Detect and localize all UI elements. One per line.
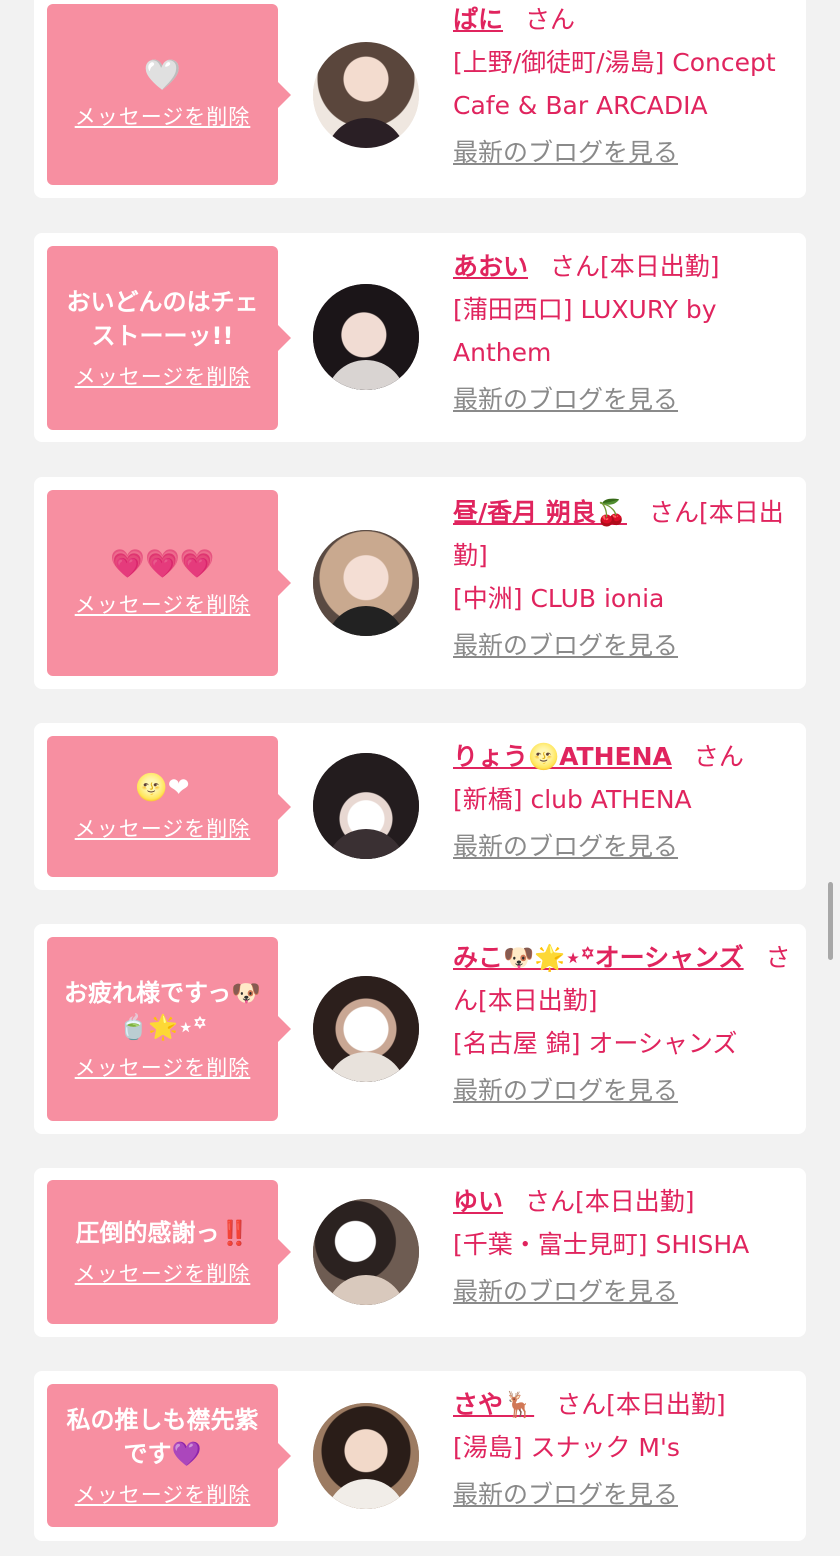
delete-message-link[interactable]: メッセージを削除 — [75, 589, 251, 619]
cast-name-link[interactable]: さや🦌 — [453, 1390, 534, 1419]
san-suffix: さん — [556, 1390, 607, 1419]
cast-info: さや🦌 さん[本日出勤] [湯島] スナック M's 最新のブログを見る — [453, 1383, 798, 1516]
favorite-card: 💗💗💗 メッセージを削除 昼/香月 朔良🍒 さん[本日出勤] [中洲] CLUB … — [34, 477, 806, 689]
message-bubble: 🤍 メッセージを削除 — [47, 4, 291, 185]
shop-label: [上野/御徒町/湯島] Concept Cafe & Bar ARCADIA — [453, 48, 776, 120]
message-bubble: 💗💗💗 メッセージを削除 — [47, 490, 291, 676]
delete-message-link[interactable]: メッセージを削除 — [75, 361, 251, 391]
avatar[interactable] — [313, 1199, 419, 1305]
san-suffix: さん — [550, 252, 601, 281]
shop-label: [蒲田西口] LUXURY by Anthem — [453, 295, 717, 367]
latest-blog-link[interactable]: 最新のブログを見る — [453, 378, 678, 421]
favorite-card: 圧倒的感謝っ‼️ メッセージを削除 ゆい さん[本日出勤] [千葉・富士見町] S… — [34, 1168, 806, 1337]
message-bubble: おいどんのはチェストーーッ!! メッセージを削除 — [47, 246, 291, 430]
cast-name-link[interactable]: ぱに — [453, 5, 503, 34]
delete-message-link[interactable]: メッセージを削除 — [75, 1052, 251, 1082]
attendance-status: [本日出勤] — [478, 986, 598, 1015]
shop-label: [千葉・富士見町] SHISHA — [453, 1230, 750, 1259]
message-bubble: 圧倒的感謝っ‼️ メッセージを削除 — [47, 1180, 291, 1324]
message-text: 💗💗💗 — [110, 547, 215, 580]
message-text: 🌝❤ — [135, 772, 190, 803]
latest-blog-link[interactable]: 最新のブログを見る — [453, 1270, 678, 1313]
cast-info: みこ🐶🌟⋆꙳オーシャンズ さん[本日出勤] [名古屋 錦] オーシャンズ 最新のブ… — [453, 936, 798, 1112]
favorite-card: 私の推しも襟先紫です💜 メッセージを削除 さや🦌 さん[本日出勤] [湯島] スナ… — [34, 1371, 806, 1541]
cast-info: ゆい さん[本日出勤] [千葉・富士見町] SHISHA 最新のブログを見る — [453, 1180, 798, 1313]
scrollbar[interactable] — [828, 882, 833, 960]
san-suffix: さん — [693, 742, 744, 771]
san-suffix: さん — [648, 498, 699, 527]
latest-blog-link[interactable]: 最新のブログを見る — [453, 825, 678, 868]
avatar[interactable] — [313, 753, 419, 859]
favorite-card: 🤍 メッセージを削除 ぱに さん [上野/御徒町/湯島] Concept Cafe… — [34, 0, 806, 198]
cast-name-link[interactable]: ゆい — [453, 1187, 503, 1216]
shop-label: [新橋] club ATHENA — [453, 785, 692, 814]
message-bubble: 私の推しも襟先紫です💜 メッセージを削除 — [47, 1384, 291, 1527]
message-text: 圧倒的感謝っ‼️ — [75, 1219, 250, 1247]
avatar[interactable] — [313, 530, 419, 636]
message-text: おいどんのはチェストーーッ!! — [66, 288, 259, 350]
cast-info: 昼/香月 朔良🍒 さん[本日出勤] [中洲] CLUB ionia 最新のブログを… — [453, 491, 798, 667]
cast-info: ぱに さん [上野/御徒町/湯島] Concept Cafe & Bar ARCA… — [453, 0, 798, 174]
message-text: お疲れ様ですっ🐶🍵🌟⋆꙳ — [64, 979, 261, 1041]
favorite-card: お疲れ様ですっ🐶🍵🌟⋆꙳ メッセージを削除 みこ🐶🌟⋆꙳オーシャンズ さん[本日出… — [34, 924, 806, 1134]
avatar[interactable] — [313, 1403, 419, 1509]
latest-blog-link[interactable]: 最新のブログを見る — [453, 131, 678, 174]
attendance-status: [本日出勤] — [575, 1187, 695, 1216]
latest-blog-link[interactable]: 最新のブログを見る — [453, 1473, 678, 1516]
delete-message-link[interactable]: メッセージを削除 — [75, 1258, 251, 1288]
delete-message-link[interactable]: メッセージを削除 — [75, 101, 251, 131]
favorite-card: おいどんのはチェストーーッ!! メッセージを削除 あおい さん[本日出勤] [蒲田… — [34, 233, 806, 442]
avatar[interactable] — [313, 284, 419, 390]
message-text: 私の推しも襟先紫です💜 — [66, 1405, 259, 1468]
favorite-card: 🌝❤ メッセージを削除 りょう🌝ATHENA さん [新橋] club ATHEN… — [34, 723, 806, 890]
delete-message-link[interactable]: メッセージを削除 — [75, 1479, 251, 1509]
san-suffix: さん — [525, 5, 576, 34]
cast-name-link[interactable]: 昼/香月 朔良🍒 — [453, 498, 627, 527]
latest-blog-link[interactable]: 最新のブログを見る — [453, 624, 678, 667]
message-text: 🤍 — [143, 57, 182, 93]
cast-name-link[interactable]: あおい — [453, 252, 528, 281]
shop-label: [名古屋 錦] オーシャンズ — [453, 1029, 738, 1058]
cast-info: あおい さん[本日出勤] [蒲田西口] LUXURY by Anthem 最新のブ… — [453, 245, 798, 421]
avatar[interactable] — [313, 976, 419, 1082]
cast-name-link[interactable]: みこ🐶🌟⋆꙳オーシャンズ — [453, 943, 744, 972]
favorites-list: 🤍 メッセージを削除 ぱに さん [上野/御徒町/湯島] Concept Cafe… — [0, 0, 840, 1556]
message-bubble: お疲れ様ですっ🐶🍵🌟⋆꙳ メッセージを削除 — [47, 937, 291, 1121]
cast-name-link[interactable]: りょう🌝ATHENA — [453, 742, 672, 771]
shop-label: [中洲] CLUB ionia — [453, 584, 665, 613]
cast-info: りょう🌝ATHENA さん [新橋] club ATHENA 最新のブログを見る — [453, 735, 798, 868]
attendance-status: [本日出勤] — [600, 252, 720, 281]
delete-message-link[interactable]: メッセージを削除 — [75, 813, 251, 843]
latest-blog-link[interactable]: 最新のブログを見る — [453, 1069, 678, 1112]
message-bubble: 🌝❤ メッセージを削除 — [47, 736, 291, 877]
avatar[interactable] — [313, 42, 419, 148]
shop-label: [湯島] スナック M's — [453, 1433, 680, 1462]
attendance-status: [本日出勤] — [606, 1390, 726, 1419]
san-suffix: さん — [525, 1187, 576, 1216]
